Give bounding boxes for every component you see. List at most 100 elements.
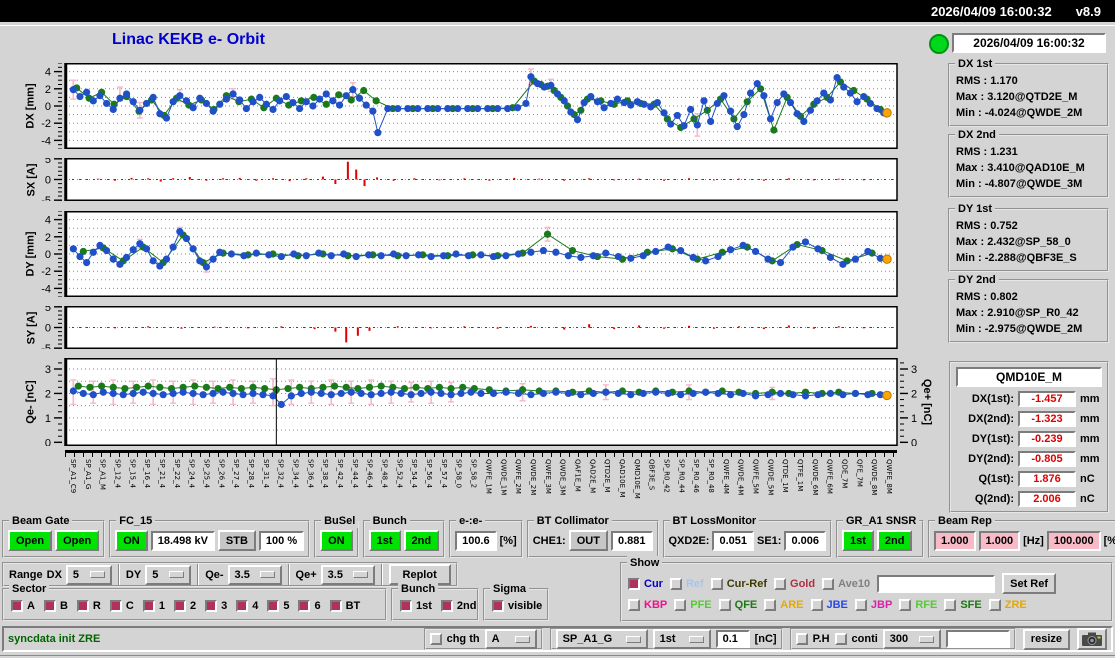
show-item-kbp-checkbox[interactable] (628, 599, 640, 611)
control-row-1: Beam Gate Open Open FC_15 ON 18.498 kV S… (2, 514, 1115, 559)
svg-text:2: 2 (911, 388, 917, 400)
monitor-row-label: Q(2nd): (974, 493, 1014, 505)
status-message: syncdata init ZRE (8, 633, 101, 645)
gr-a1-1st-button[interactable]: 1st (842, 530, 874, 551)
sx-axis-label: SX [A] (25, 163, 37, 196)
sector-item-label: A (27, 600, 35, 612)
range-qe-plus-value: 3.5 (327, 568, 343, 581)
sector-item-checkbox[interactable] (236, 600, 249, 612)
bunch-select-item-checkbox[interactable] (440, 600, 453, 612)
resize-button[interactable]: resize (1022, 628, 1070, 650)
show-title: Show (627, 556, 663, 570)
plot-SX[interactable]: 5 0 -5 (40, 158, 920, 201)
fc15-group: FC_15 ON 18.498 kV STB 100 % (109, 514, 311, 558)
monitor-row-label: DX(1st): (971, 393, 1014, 405)
sector-item-checkbox[interactable] (205, 600, 218, 612)
chg-sector-select[interactable]: A (484, 629, 537, 649)
sigma-item-checkbox[interactable] (492, 600, 504, 612)
show-item-rfe-checkbox[interactable] (899, 599, 912, 611)
show-item-gold: Gold (774, 577, 816, 590)
show-item-are-checkbox[interactable] (764, 599, 777, 611)
show-item-cur-ref-checkbox[interactable] (710, 577, 723, 590)
snapshot-button[interactable] (1077, 628, 1107, 650)
show-item-gold-checkbox[interactable] (774, 577, 787, 590)
fc15-stb-button[interactable]: STB (217, 530, 256, 551)
extra-input[interactable] (945, 630, 1010, 648)
show-item-cur-checkbox[interactable] (628, 577, 640, 590)
monitor-row-label: DY(2nd): (968, 453, 1014, 465)
set-ref-button[interactable]: Set Ref (1002, 573, 1057, 594)
show-item-ave10-checkbox[interactable] (822, 577, 835, 590)
dropdown-indicator-icon (514, 635, 530, 643)
plot-DY[interactable]: 4 2 0 -2 -4 (40, 211, 920, 297)
show-item-jbp-checkbox[interactable] (854, 599, 867, 611)
fc15-on-button[interactable]: ON (115, 530, 148, 551)
sector-item-checkbox[interactable] (267, 600, 280, 612)
divider (287, 564, 290, 585)
beam-gate-open2-button[interactable]: Open (55, 530, 100, 551)
show-item-sfe-label: SFE (960, 599, 982, 611)
show-item-zre-label: ZRE (1004, 599, 1027, 611)
plot-SY[interactable]: 5 0 -5 (40, 306, 920, 349)
show-item-pfe-checkbox[interactable] (674, 599, 687, 611)
show-item-zre: ZRE (988, 599, 1027, 611)
show-item-sfe-checkbox[interactable] (944, 599, 957, 611)
stats-row-label: Min : (956, 252, 985, 264)
show-item-qfe-checkbox[interactable] (718, 599, 731, 611)
bpm-axis-ticks (65, 453, 897, 457)
stats-row-value: 2.910@SP_R0_42 (987, 307, 1079, 319)
sector-item-checkbox[interactable] (329, 600, 342, 612)
points-select[interactable]: 300 (882, 629, 941, 649)
bpm-label: QWFE_5M (751, 459, 760, 494)
monitor-row-label: DY(1st): (971, 433, 1014, 445)
bpm-label: QWDE_4M (736, 459, 745, 496)
show-item-jbe-checkbox[interactable] (810, 599, 823, 611)
stats-row: Max : 2.432@SP_58_0 (956, 234, 1101, 250)
sector-item-checkbox[interactable] (76, 600, 89, 612)
chg-th-checkbox[interactable] (429, 633, 442, 645)
bpm-label: SP_58_0 (454, 459, 463, 489)
sector-item-checkbox[interactable] (298, 600, 311, 612)
points-value: 300 (889, 633, 909, 645)
stats-row: Max : 2.910@SP_R0_42 (956, 305, 1101, 321)
timestamp-display: 2026/04/09 16:00:32 (952, 33, 1106, 53)
plot-Qe[interactable]: 3 3 2 2 1 1 0 0 (40, 358, 920, 446)
range-dy-select[interactable]: 5 (145, 564, 192, 585)
dropdown-indicator-icon (918, 635, 934, 643)
beam-gate-open1-button[interactable]: Open (8, 530, 53, 551)
show-item-ref-checkbox[interactable] (669, 577, 682, 590)
range-qe-minus-select[interactable]: 3.5 (227, 564, 282, 585)
range-qem-label: Qe- (205, 568, 224, 581)
busel-on-button[interactable]: ON (320, 530, 353, 551)
show-item-jbe-label: JBE (826, 599, 848, 611)
stats-group: DX 1st RMS : 1.170 Max : 3.120@QTD2E_M Min … (948, 57, 1109, 127)
show-item-qfe: QFE (718, 599, 757, 611)
range-qe-plus-select[interactable]: 3.5 (320, 564, 375, 585)
stats-row: Min : -2.288@QBF3E_S (956, 250, 1101, 266)
sector-item-checkbox[interactable] (173, 600, 186, 612)
conti-checkbox[interactable] (834, 633, 847, 645)
show-item-zre-checkbox[interactable] (988, 599, 1001, 611)
che1-out-button[interactable]: OUT (568, 530, 608, 551)
ph-checkbox[interactable] (795, 633, 808, 645)
range-dx-select[interactable]: 5 (65, 564, 112, 585)
bunch-2nd-button[interactable]: 2nd (403, 530, 440, 551)
bpm-label: QTFE_1M (795, 459, 804, 492)
plot-DX[interactable]: 4 2 0 -2 -4 (40, 63, 920, 149)
bunch-1st-button[interactable]: 1st (368, 530, 401, 551)
show-item-gold-label: Gold (790, 577, 816, 590)
svg-text:-4: -4 (41, 135, 51, 147)
titlebar-version: v8.9 (1075, 3, 1101, 19)
gr-a1-2nd-button[interactable]: 2nd (876, 530, 913, 551)
threshold-input[interactable] (715, 630, 750, 648)
sector-item-checkbox[interactable] (11, 600, 23, 612)
sector-item-checkbox[interactable] (43, 600, 56, 612)
status-bunch-select[interactable]: 1st (652, 629, 711, 649)
divider (380, 564, 383, 585)
sector-item-checkbox[interactable] (109, 600, 122, 612)
sector-item-checkbox[interactable] (142, 600, 155, 612)
dropdown-indicator-icon (688, 635, 704, 643)
ref-name-input[interactable] (877, 574, 996, 593)
range-qep-label: Qe+ (295, 568, 317, 581)
bunch-select-item-checkbox[interactable] (400, 600, 412, 612)
